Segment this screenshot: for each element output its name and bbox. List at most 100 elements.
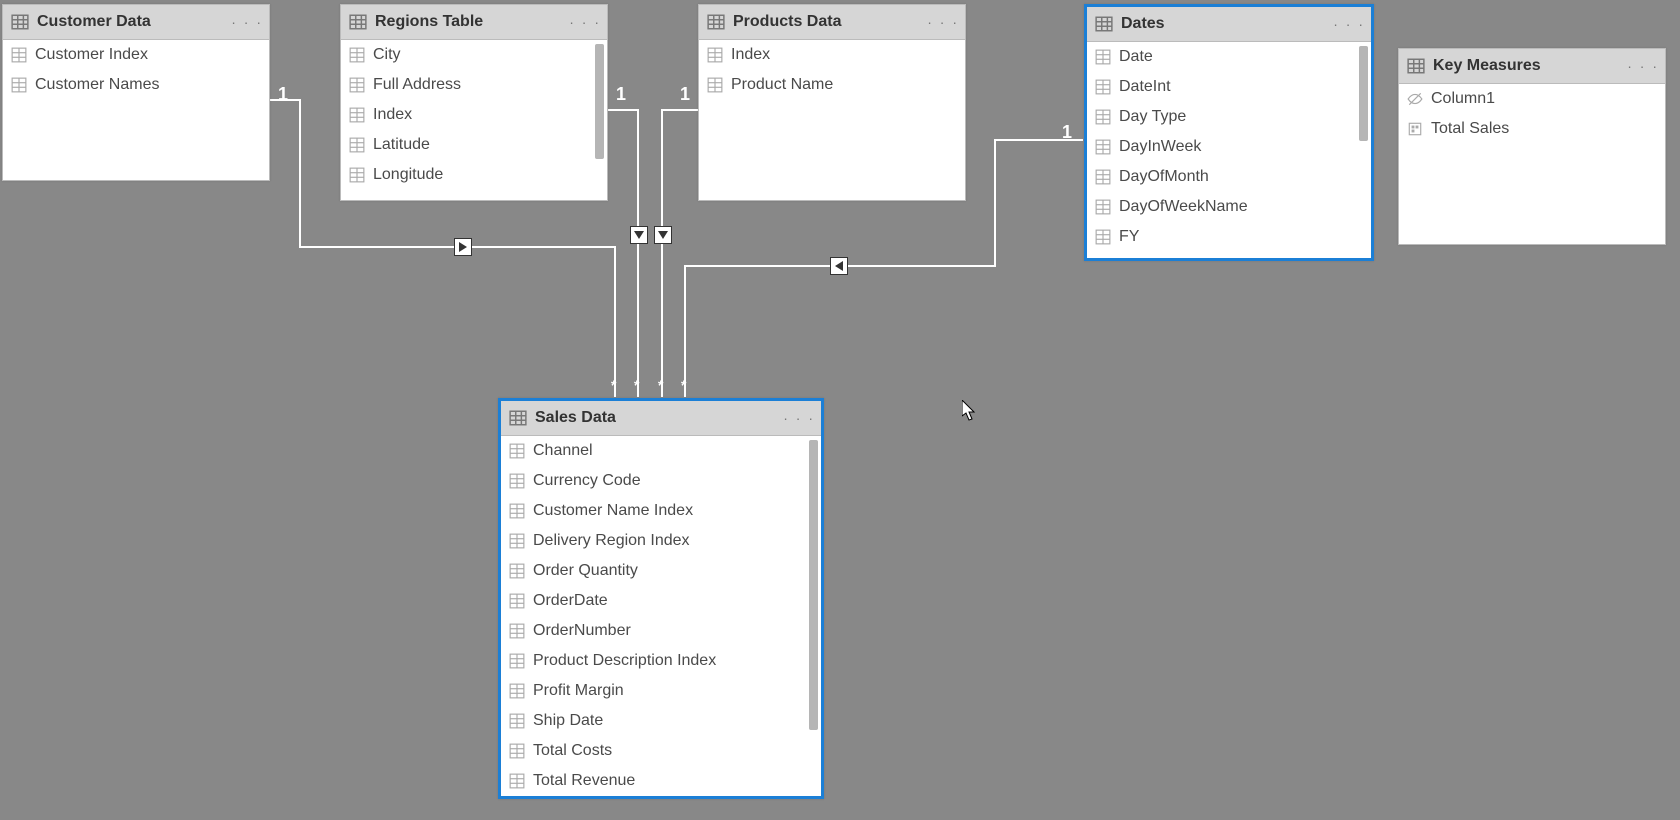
field-label: DayOfMonth xyxy=(1119,168,1209,186)
table-key-measures[interactable]: Key Measures · · · Column1 Total Sales xyxy=(1398,48,1666,245)
table-header[interactable]: Products Data · · · xyxy=(699,5,965,40)
table-fields: Index Product Name xyxy=(699,40,965,200)
column-icon xyxy=(349,77,365,93)
field-label: DateInt xyxy=(1119,78,1171,96)
table-header[interactable]: Customer Data · · · xyxy=(3,5,269,40)
field-row[interactable]: Column1 xyxy=(1399,84,1665,114)
scrollbar-thumb[interactable] xyxy=(595,44,604,159)
table-fields: Date DateInt Day Type DayInWeek DayOfMon… xyxy=(1087,42,1371,258)
cardinality-many: * xyxy=(634,377,639,393)
field-row[interactable]: Currency Code xyxy=(501,466,821,496)
field-label: Total Sales xyxy=(1431,120,1509,138)
column-icon xyxy=(509,683,525,699)
field-row[interactable]: Total Revenue xyxy=(501,766,821,796)
column-icon xyxy=(11,77,27,93)
field-label: Customer Index xyxy=(35,46,148,64)
field-row[interactable]: Customer Index xyxy=(3,40,269,70)
field-row[interactable]: Longitude xyxy=(341,160,607,190)
column-icon xyxy=(349,107,365,123)
column-icon xyxy=(11,47,27,63)
table-menu-icon[interactable]: · · · xyxy=(231,14,263,30)
field-row[interactable]: Full Address xyxy=(341,70,607,100)
field-row[interactable]: Profit Margin xyxy=(501,676,821,706)
field-row[interactable]: Index xyxy=(699,40,965,70)
table-fields: Channel Currency Code Customer Name Inde… xyxy=(501,436,821,796)
cardinality-many: * xyxy=(658,377,663,393)
table-menu-icon[interactable]: · · · xyxy=(783,410,815,426)
table-fields: City Full Address Index Latitude Longitu… xyxy=(341,40,607,200)
field-row[interactable]: Customer Names xyxy=(3,70,269,100)
table-customer-data[interactable]: Customer Data · · · Customer Index Custo… xyxy=(2,4,270,181)
field-row[interactable]: Order Quantity xyxy=(501,556,821,586)
field-row[interactable]: DayOfMonth xyxy=(1087,162,1371,192)
table-title: Key Measures xyxy=(1433,57,1627,75)
scrollbar-thumb[interactable] xyxy=(1359,46,1368,141)
field-row[interactable]: DayInWeek xyxy=(1087,132,1371,162)
column-icon xyxy=(509,503,525,519)
table-header[interactable]: Regions Table · · · xyxy=(341,5,607,40)
table-header[interactable]: Dates · · · xyxy=(1087,7,1371,42)
table-icon xyxy=(1407,57,1425,75)
field-label: Day Type xyxy=(1119,108,1186,126)
column-icon xyxy=(509,533,525,549)
field-row[interactable]: Customer Name Index xyxy=(501,496,821,526)
field-label: Product Description Index xyxy=(533,652,716,670)
field-label: Latitude xyxy=(373,136,430,154)
table-menu-icon[interactable]: · · · xyxy=(1333,16,1365,32)
field-label: DayOfWeekName xyxy=(1119,198,1248,216)
table-menu-icon[interactable]: · · · xyxy=(569,14,601,30)
column-icon xyxy=(349,47,365,63)
field-row[interactable]: Product Name xyxy=(699,70,965,100)
hidden-column-icon xyxy=(1407,91,1423,107)
cardinality-one: 1 xyxy=(278,84,288,105)
scrollbar-thumb[interactable] xyxy=(809,440,818,730)
field-row[interactable]: DateInt xyxy=(1087,72,1371,102)
column-icon xyxy=(509,773,525,789)
table-regions[interactable]: Regions Table · · · City Full Address In… xyxy=(340,4,608,201)
table-title: Sales Data xyxy=(535,409,783,427)
field-row[interactable]: Date xyxy=(1087,42,1371,72)
table-header[interactable]: Sales Data · · · xyxy=(501,401,821,436)
field-row[interactable]: Total Costs xyxy=(501,736,821,766)
model-canvas[interactable]: 1 1 1 1 * * * * Customer Data · · · Cust… xyxy=(0,0,1680,820)
field-row[interactable]: Product Description Index xyxy=(501,646,821,676)
field-label: Total Revenue xyxy=(533,772,635,790)
field-row[interactable]: Channel xyxy=(501,436,821,466)
filter-direction-icon xyxy=(454,238,472,256)
field-label: Total Costs xyxy=(533,742,612,760)
field-label: Product Name xyxy=(731,76,833,94)
field-label: Ship Date xyxy=(533,712,603,730)
field-label: Customer Name Index xyxy=(533,502,693,520)
field-row[interactable]: Ship Date xyxy=(501,706,821,736)
field-row[interactable]: Total Sales xyxy=(1399,114,1665,144)
column-icon xyxy=(1095,79,1111,95)
table-dates[interactable]: Dates · · · Date DateInt Day Type DayInW… xyxy=(1084,4,1374,261)
table-products[interactable]: Products Data · · · Index Product Name xyxy=(698,4,966,201)
field-label: Column1 xyxy=(1431,90,1495,108)
table-sales-data[interactable]: Sales Data · · · Channel Currency Code C… xyxy=(498,398,824,799)
field-row[interactable]: Day Type xyxy=(1087,102,1371,132)
table-fields: Column1 Total Sales xyxy=(1399,84,1665,244)
table-menu-icon[interactable]: · · · xyxy=(1627,58,1659,74)
field-row[interactable]: Latitude xyxy=(341,130,607,160)
column-icon xyxy=(349,137,365,153)
table-title: Customer Data xyxy=(37,13,231,31)
field-label: City xyxy=(373,46,401,64)
field-label: Full Address xyxy=(373,76,461,94)
column-icon xyxy=(509,443,525,459)
column-icon xyxy=(509,713,525,729)
table-menu-icon[interactable]: · · · xyxy=(927,14,959,30)
field-row[interactable]: OrderNumber xyxy=(501,616,821,646)
field-row[interactable]: FY xyxy=(1087,222,1371,252)
table-icon xyxy=(707,13,725,31)
field-row[interactable]: DayOfWeekName xyxy=(1087,192,1371,222)
table-icon xyxy=(349,13,367,31)
filter-direction-icon xyxy=(830,257,848,275)
field-row[interactable]: Delivery Region Index xyxy=(501,526,821,556)
field-label: Delivery Region Index xyxy=(533,532,690,550)
table-header[interactable]: Key Measures · · · xyxy=(1399,49,1665,84)
table-title: Dates xyxy=(1121,15,1333,33)
field-row[interactable]: Index xyxy=(341,100,607,130)
field-row[interactable]: City xyxy=(341,40,607,70)
field-row[interactable]: OrderDate xyxy=(501,586,821,616)
